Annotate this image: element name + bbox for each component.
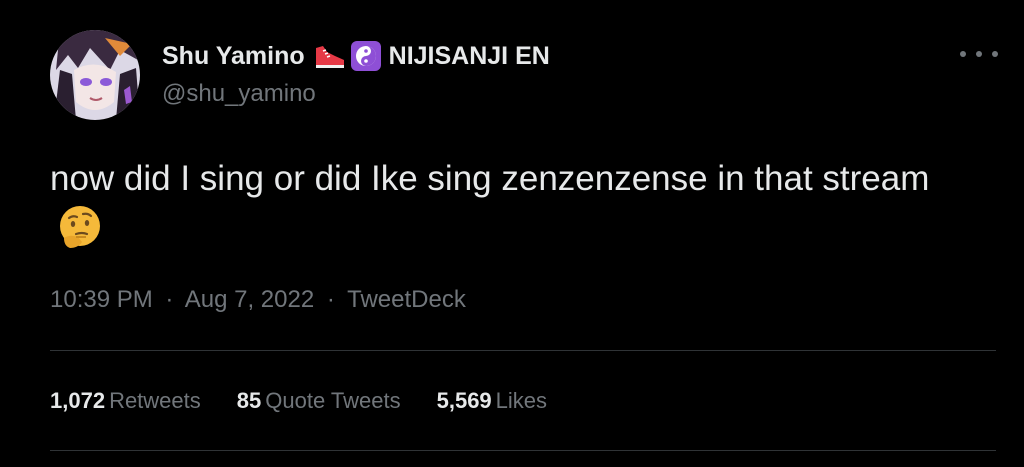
author-affiliation: NIJISANJI EN bbox=[388, 41, 550, 70]
divider bbox=[50, 450, 996, 451]
yin-yang-icon bbox=[350, 41, 381, 71]
author-display-name[interactable]: Shu Yamino bbox=[162, 42, 305, 71]
retweets-stat[interactable]: 1,072 Retweets bbox=[50, 388, 201, 414]
more-horizontal-icon[interactable] bbox=[960, 42, 998, 66]
quote-tweets-label: Quote Tweets bbox=[265, 388, 401, 413]
quote-tweets-count: 85 bbox=[236, 388, 262, 413]
likes-stat[interactable]: 5,569 Likes bbox=[437, 388, 547, 414]
more-dot bbox=[992, 51, 998, 57]
author-handle[interactable]: @shu_yamino bbox=[162, 80, 316, 108]
tweet-stats: 1,072 Retweets 85 Quote Tweets 5,569 Likes bbox=[50, 388, 583, 414]
tweet-meta: 10:39 PM · Aug 7, 2022 · TweetDeck bbox=[50, 286, 466, 314]
meta-separator: · bbox=[326, 286, 335, 313]
tweet-card: Shu Yamino NIJISANJI EN @shu_yamino now … bbox=[0, 0, 1024, 467]
author-name-row: Shu Yamino NIJISANJI EN bbox=[162, 40, 550, 72]
more-dot bbox=[976, 51, 982, 57]
tweet-date[interactable]: Aug 7, 2022 bbox=[185, 286, 314, 313]
thinking-face-icon bbox=[60, 206, 100, 248]
divider bbox=[50, 350, 996, 351]
tweet-text-container: now did I sing or did Ike sing zenzenzen… bbox=[50, 154, 980, 258]
quote-tweets-stat[interactable]: 85 Quote Tweets bbox=[237, 388, 401, 414]
likes-count: 5,569 bbox=[436, 388, 492, 413]
meta-separator: · bbox=[165, 286, 174, 313]
retweets-count: 1,072 bbox=[50, 388, 106, 413]
tweet-text: now did I sing or did Ike sing zenzenzen… bbox=[50, 159, 930, 198]
more-dot bbox=[960, 51, 966, 57]
tweet-time[interactable]: 10:39 PM bbox=[50, 286, 153, 313]
sneaker-icon bbox=[315, 46, 344, 68]
likes-label: Likes bbox=[495, 388, 548, 413]
retweets-label: Retweets bbox=[109, 388, 201, 413]
tweet-source[interactable]: TweetDeck bbox=[347, 286, 466, 313]
avatar[interactable] bbox=[50, 30, 140, 120]
